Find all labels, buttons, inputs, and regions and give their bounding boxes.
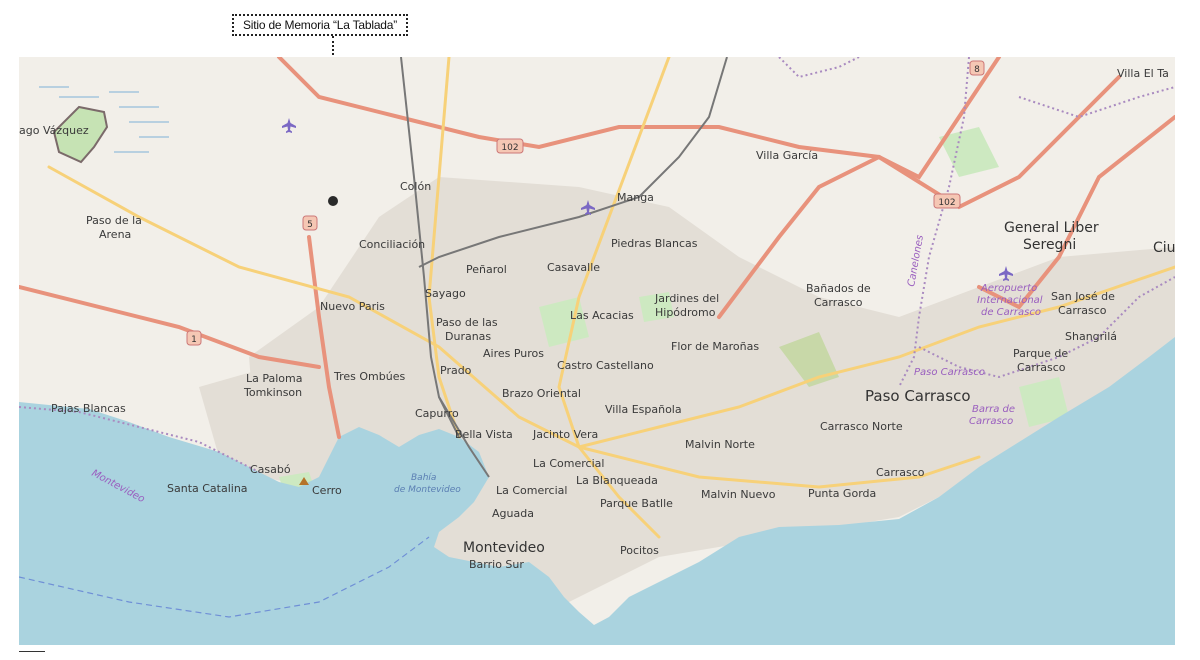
water-label: Bahía bbox=[411, 473, 436, 483]
airport-label: Internacional bbox=[977, 295, 1043, 306]
svg-text:5: 5 bbox=[307, 220, 313, 230]
place-label: Tomkinson bbox=[243, 386, 302, 399]
area-label: Paso Carrasco bbox=[914, 367, 985, 378]
place-label: Carrasco bbox=[876, 466, 925, 479]
place-label: Parque de bbox=[1013, 347, 1068, 360]
place-label: La Blanqueada bbox=[576, 474, 658, 487]
area-label: Barra de bbox=[972, 404, 1015, 415]
place-label: Malvin Nuevo bbox=[701, 488, 776, 501]
place-label: Manga bbox=[617, 191, 654, 204]
place-label: Carrasco bbox=[1017, 361, 1066, 374]
scale-bar bbox=[19, 651, 45, 652]
place-label: Casabó bbox=[250, 463, 291, 476]
svg-text:8: 8 bbox=[974, 65, 980, 75]
place-label: Bella Vista bbox=[455, 428, 513, 441]
callout-label: Sitio de Memoria “La Tablada” bbox=[232, 14, 408, 36]
area-label: Carrasco bbox=[969, 416, 1013, 427]
place-label: Villa El Ta bbox=[1117, 67, 1169, 80]
place-label: Bañados de bbox=[806, 282, 871, 295]
place-label: Malvin Norte bbox=[685, 438, 755, 451]
place-label: Aires Puros bbox=[483, 347, 544, 360]
callout-text: Sitio de Memoria “La Tablada” bbox=[242, 18, 398, 32]
place-label: Duranas bbox=[445, 330, 491, 343]
route-shield-8: 8 bbox=[969, 60, 985, 76]
water-label: de Montevideo bbox=[394, 485, 461, 495]
place-label: Colón bbox=[400, 180, 431, 193]
place-label: La Comercial bbox=[496, 484, 567, 497]
place-label: Paso Carrasco bbox=[865, 387, 971, 405]
place-label: Sayago bbox=[425, 287, 466, 300]
place-label: ago Vázquez bbox=[19, 124, 89, 137]
place-label: Villa Española bbox=[605, 403, 682, 416]
place-label: Santa Catalina bbox=[167, 482, 248, 495]
place-label: Castro Castellano bbox=[557, 359, 654, 372]
place-label: Nuevo Paris bbox=[320, 300, 385, 313]
place-label: Brazo Oriental bbox=[502, 387, 581, 400]
place-label: Carrasco bbox=[814, 296, 863, 309]
place-label: Conciliación bbox=[359, 238, 425, 251]
place-label: La Comercial bbox=[533, 457, 604, 470]
place-label: Jardines del bbox=[654, 292, 719, 305]
place-label: Capurro bbox=[415, 407, 459, 420]
route-shield-1: 1 bbox=[186, 330, 202, 346]
place-label: Shangrilá bbox=[1065, 330, 1117, 343]
svg-text:102: 102 bbox=[501, 143, 518, 153]
place-label: Barrio Sur bbox=[469, 558, 524, 571]
place-label: Montevideo bbox=[463, 540, 545, 556]
place-label: Paso de la bbox=[86, 214, 142, 227]
airport-label: de Carrasco bbox=[981, 307, 1041, 318]
svg-text:1: 1 bbox=[191, 335, 197, 345]
place-label: Paso de las bbox=[436, 316, 498, 329]
place-label: Pocitos bbox=[620, 544, 659, 557]
place-label: Carrasco Norte bbox=[820, 420, 903, 433]
place-label: Carrasco bbox=[1058, 304, 1107, 317]
route-shield-102-west: 102 bbox=[496, 138, 524, 154]
place-label: Peñarol bbox=[466, 263, 507, 276]
map-view[interactable]: 102 102 5 1 8 Villa El Ta ago Vázquez Vi… bbox=[19, 57, 1175, 645]
place-label: Aguada bbox=[492, 507, 534, 520]
place-label: Piedras Blancas bbox=[611, 237, 698, 250]
airport-label: Aeropuerto bbox=[980, 283, 1037, 294]
place-label: Seregni bbox=[1023, 237, 1076, 253]
place-label: Parque Batlle bbox=[600, 497, 673, 510]
route-shield-5: 5 bbox=[302, 215, 318, 231]
place-label: Flor de Maroñas bbox=[671, 340, 759, 353]
memorial-site-marker[interactable] bbox=[328, 196, 338, 206]
route-shield-102-east: 102 bbox=[933, 193, 961, 209]
place-label: General Liber bbox=[1004, 220, 1099, 236]
place-label: San José de bbox=[1051, 290, 1115, 303]
place-label: Las Acacias bbox=[570, 309, 634, 322]
place-label: Cerro bbox=[312, 484, 342, 497]
place-label: Prado bbox=[440, 364, 472, 377]
place-label: La Paloma bbox=[246, 372, 303, 385]
place-label: Casavalle bbox=[547, 261, 600, 274]
place-label: Punta Gorda bbox=[808, 487, 876, 500]
svg-text:102: 102 bbox=[938, 198, 955, 208]
place-label: Villa García bbox=[756, 149, 818, 162]
place-label: Hipódromo bbox=[655, 306, 716, 319]
place-label: Jacinto Vera bbox=[532, 428, 598, 441]
place-label: Tres Ombúes bbox=[333, 370, 405, 383]
place-label: Ciu bbox=[1153, 240, 1175, 256]
place-label: Pajas Blancas bbox=[51, 402, 126, 415]
place-label: Arena bbox=[99, 228, 131, 241]
